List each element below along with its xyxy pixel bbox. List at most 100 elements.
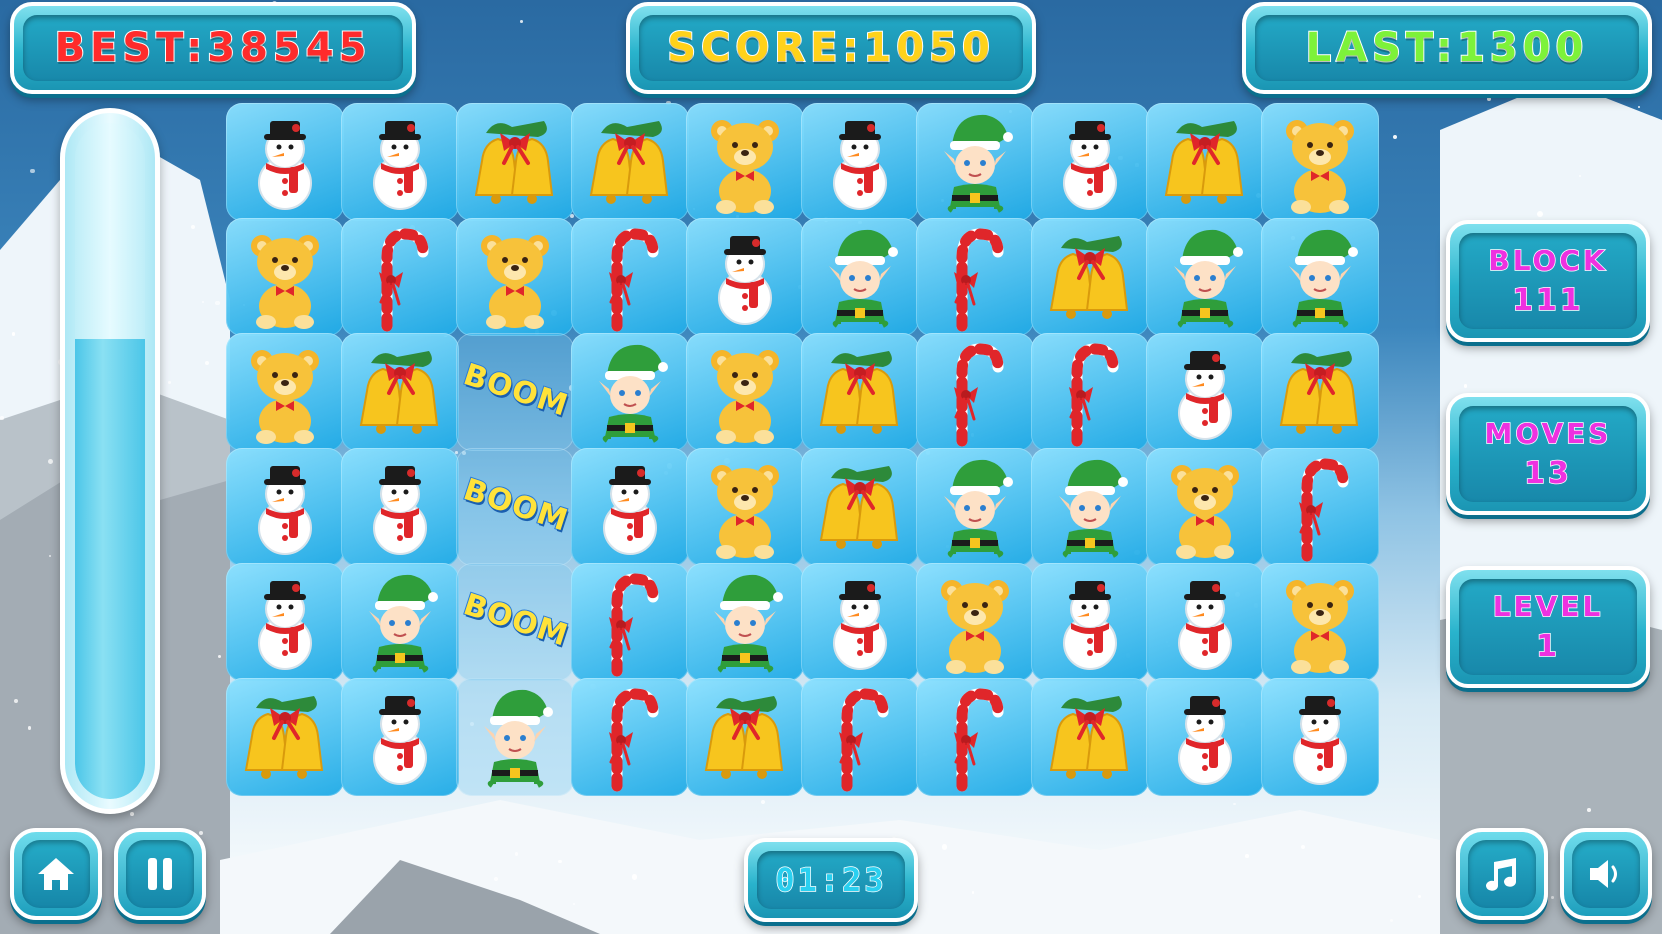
sound-button[interactable] (1560, 828, 1652, 920)
score-text: SCORE:1050 (666, 24, 995, 72)
timer-panel: 01:23 (744, 838, 918, 922)
tile-bear[interactable] (456, 218, 574, 336)
tile-bells[interactable] (686, 678, 804, 796)
bells-icon (1049, 236, 1129, 319)
moves-panel: MOVES 13 (1446, 393, 1650, 515)
tile-cane[interactable] (571, 218, 689, 336)
tile-bells[interactable] (456, 103, 574, 221)
elf-icon (369, 574, 438, 673)
bells-icon (819, 351, 899, 434)
snowman-icon (1063, 121, 1117, 210)
bells-icon (244, 696, 324, 779)
tile-snowman[interactable] (1261, 678, 1379, 796)
tile-bear[interactable] (1261, 103, 1379, 221)
snowman-icon (1063, 581, 1117, 670)
tile-snowman[interactable] (1031, 563, 1149, 681)
bear-icon (251, 235, 319, 329)
tile-bells[interactable] (1031, 218, 1149, 336)
tile-bells[interactable] (801, 448, 919, 566)
tile-elf[interactable] (686, 563, 804, 681)
tile-elf[interactable] (341, 563, 459, 681)
pause-button-inner (126, 840, 194, 908)
tile-snowman[interactable] (226, 448, 344, 566)
tile-elf[interactable] (1261, 218, 1379, 336)
tile-bells[interactable] (571, 103, 689, 221)
snowman-icon (258, 121, 312, 210)
tile-bear[interactable] (686, 103, 804, 221)
tile-bear[interactable] (686, 448, 804, 566)
bells-icon (1164, 121, 1244, 204)
last-score-text: LAST:1300 (1305, 24, 1589, 72)
bear-icon (711, 465, 779, 559)
elf-icon (599, 344, 668, 443)
tile-snowman[interactable] (1031, 103, 1149, 221)
tile-snowman[interactable] (571, 448, 689, 566)
tile-boom[interactable]: BOOM (456, 448, 574, 566)
bells-icon (819, 466, 899, 549)
tile-snowman[interactable] (801, 103, 919, 221)
bear-icon (941, 580, 1009, 674)
bear-icon (1171, 465, 1239, 559)
tile-bear[interactable] (226, 333, 344, 451)
tile-bear[interactable] (916, 563, 1034, 681)
tile-snowman[interactable] (341, 678, 459, 796)
bells-icon (1279, 351, 1359, 434)
tile-elf[interactable] (1031, 448, 1149, 566)
tile-bells[interactable] (1146, 103, 1264, 221)
tile-cane[interactable] (801, 678, 919, 796)
cane-icon (379, 228, 429, 332)
tile-bells[interactable] (226, 678, 344, 796)
tile-snowman[interactable] (341, 448, 459, 566)
tile-elf[interactable] (571, 333, 689, 451)
level-value: 1 (1535, 628, 1560, 665)
tile-bear[interactable] (686, 333, 804, 451)
tile-snowman[interactable] (226, 563, 344, 681)
tile-snowman[interactable] (341, 103, 459, 221)
tile-cane[interactable] (1261, 448, 1379, 566)
elf-icon (484, 689, 553, 788)
tile-cane[interactable] (341, 218, 459, 336)
tile-boom[interactable]: BOOM (456, 563, 574, 681)
tile-snowman[interactable] (686, 218, 804, 336)
bear-icon (711, 120, 779, 214)
snowman-icon (603, 466, 657, 555)
tile-elf[interactable] (916, 448, 1034, 566)
tile-snowman[interactable] (1146, 678, 1264, 796)
cane-icon (609, 228, 659, 332)
tile-elf[interactable] (916, 103, 1034, 221)
tile-cane[interactable] (916, 218, 1034, 336)
bear-icon (1286, 120, 1354, 214)
snowman-icon (373, 696, 427, 785)
music-button[interactable] (1456, 828, 1548, 920)
last-score-panel: LAST:1300 (1242, 2, 1652, 94)
tile-cane[interactable] (1031, 333, 1149, 451)
tile-bells[interactable] (801, 333, 919, 451)
cane-icon (954, 688, 1004, 792)
boom-effect-text: BOOM (458, 356, 573, 425)
home-button[interactable] (10, 828, 102, 920)
tile-snowman[interactable] (226, 103, 344, 221)
pause-button[interactable] (114, 828, 206, 920)
tile-bear[interactable] (1146, 448, 1264, 566)
elf-icon (944, 114, 1013, 213)
tile-bear[interactable] (1261, 563, 1379, 681)
tile-elf[interactable] (1146, 218, 1264, 336)
tile-bear[interactable] (226, 218, 344, 336)
tile-elf[interactable] (801, 218, 919, 336)
tile-bells[interactable] (1261, 333, 1379, 451)
tile-bells[interactable] (1031, 678, 1149, 796)
tile-cane[interactable] (916, 678, 1034, 796)
tile-elf[interactable] (456, 678, 574, 796)
tile-cane[interactable] (571, 678, 689, 796)
bells-icon (704, 696, 784, 779)
tile-snowman[interactable] (801, 563, 919, 681)
tile-bells[interactable] (341, 333, 459, 451)
game-board: BOOM BOOM BOOM (226, 103, 1438, 829)
tile-snowman[interactable] (1146, 333, 1264, 451)
tile-boom[interactable]: BOOM (456, 333, 574, 451)
tile-snowman[interactable] (1146, 563, 1264, 681)
cane-icon (609, 573, 659, 677)
tile-cane[interactable] (571, 563, 689, 681)
level-panel-inner: LEVEL 1 (1459, 579, 1637, 675)
tile-cane[interactable] (916, 333, 1034, 451)
